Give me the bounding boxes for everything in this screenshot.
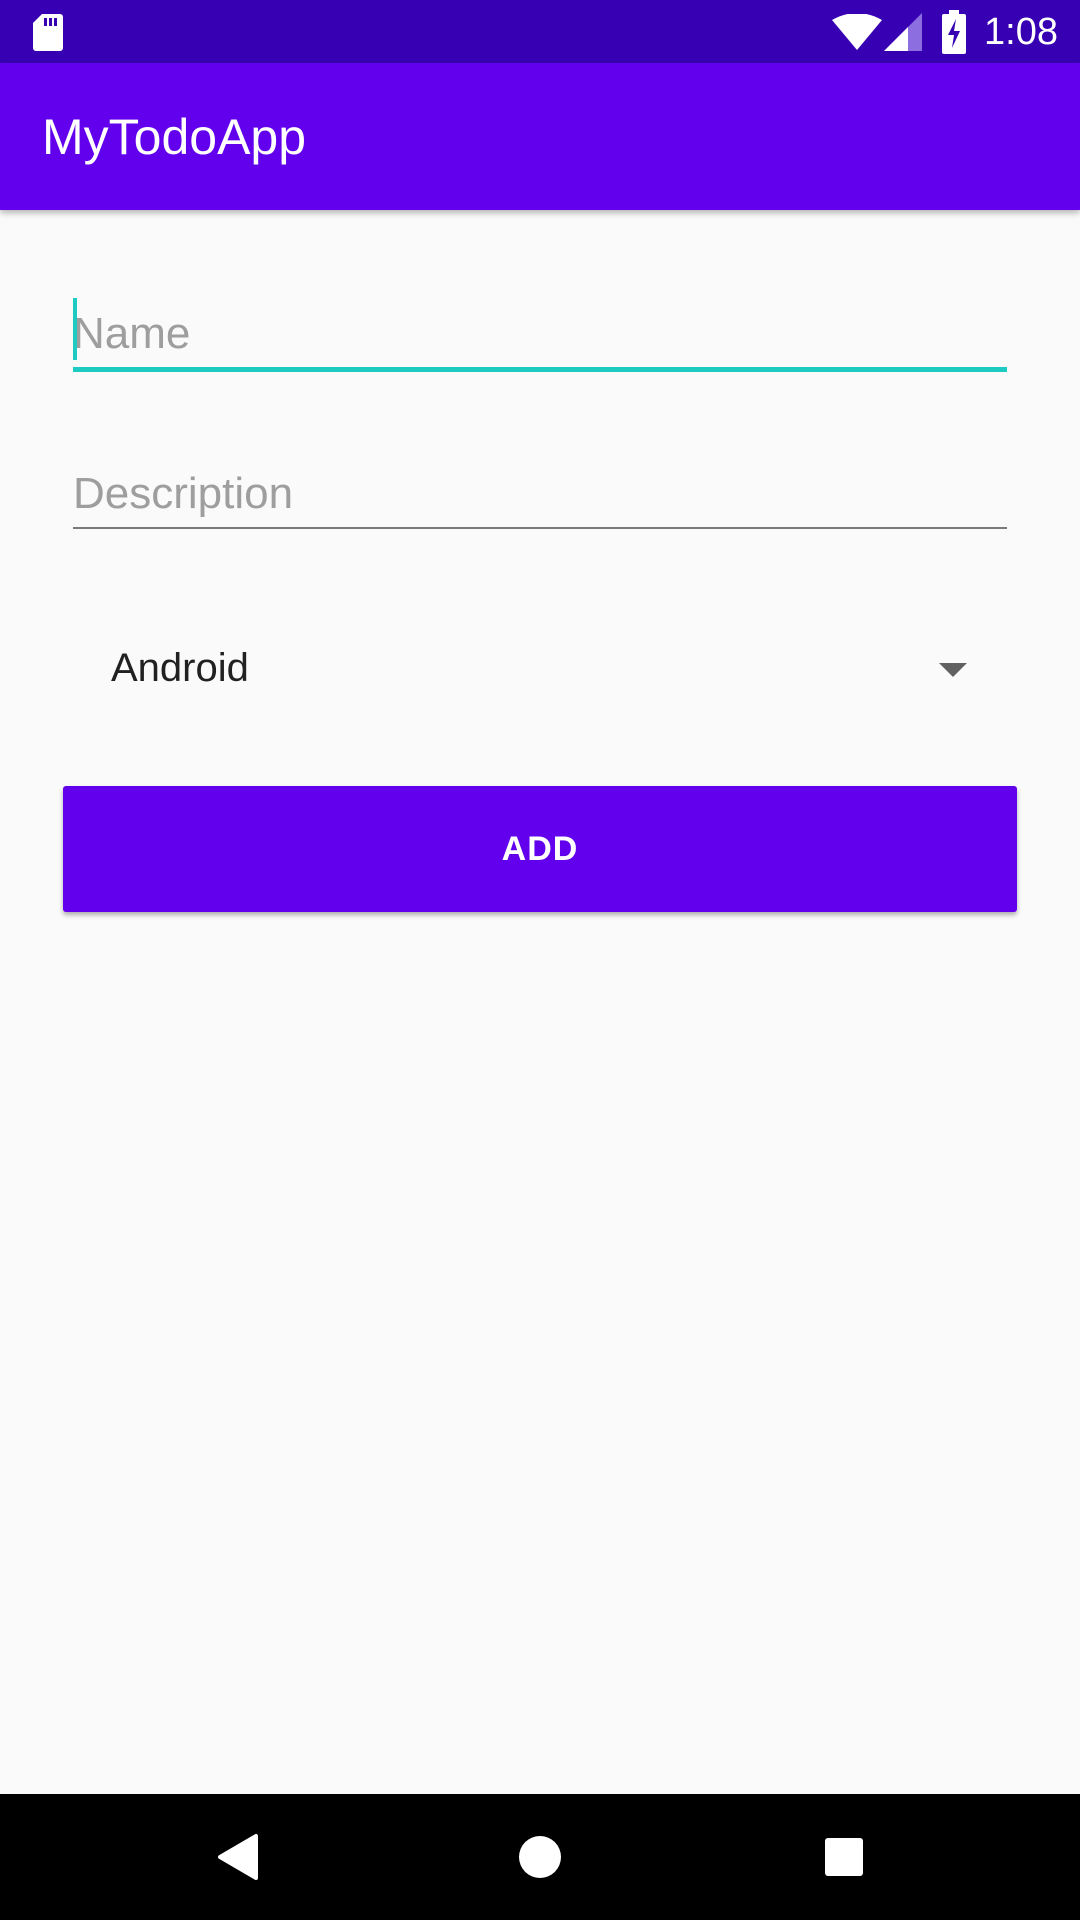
battery-charging-icon: [942, 10, 966, 54]
description-field-underline: [73, 527, 1007, 529]
description-field[interactable]: Description: [73, 460, 1007, 532]
dropdown-arrow-icon: [939, 663, 967, 677]
add-button[interactable]: ADD: [63, 786, 1017, 912]
name-field[interactable]: Name: [73, 296, 1007, 374]
cell-signal-icon: [884, 13, 922, 51]
navigation-bar: [0, 1794, 1080, 1920]
name-field-underline: [73, 367, 1007, 372]
category-selected-value: Android: [111, 646, 249, 690]
wifi-icon: [832, 14, 882, 50]
back-icon[interactable]: [204, 1824, 270, 1890]
name-placeholder: Name: [73, 309, 191, 358]
recents-icon[interactable]: [811, 1824, 877, 1890]
status-clock: 1:08: [984, 11, 1058, 53]
home-icon[interactable]: [507, 1824, 573, 1890]
status-bar: 1:08: [0, 0, 1080, 63]
text-cursor: [73, 298, 77, 360]
app-bar: MyTodoApp: [0, 63, 1080, 210]
screen: 1:08 MyTodoApp Name Description Android …: [0, 0, 1080, 1920]
category-spinner[interactable]: Android: [63, 620, 1017, 720]
app-title: MyTodoApp: [42, 109, 307, 165]
sd-card-icon: [33, 14, 63, 51]
description-placeholder: Description: [73, 469, 294, 518]
